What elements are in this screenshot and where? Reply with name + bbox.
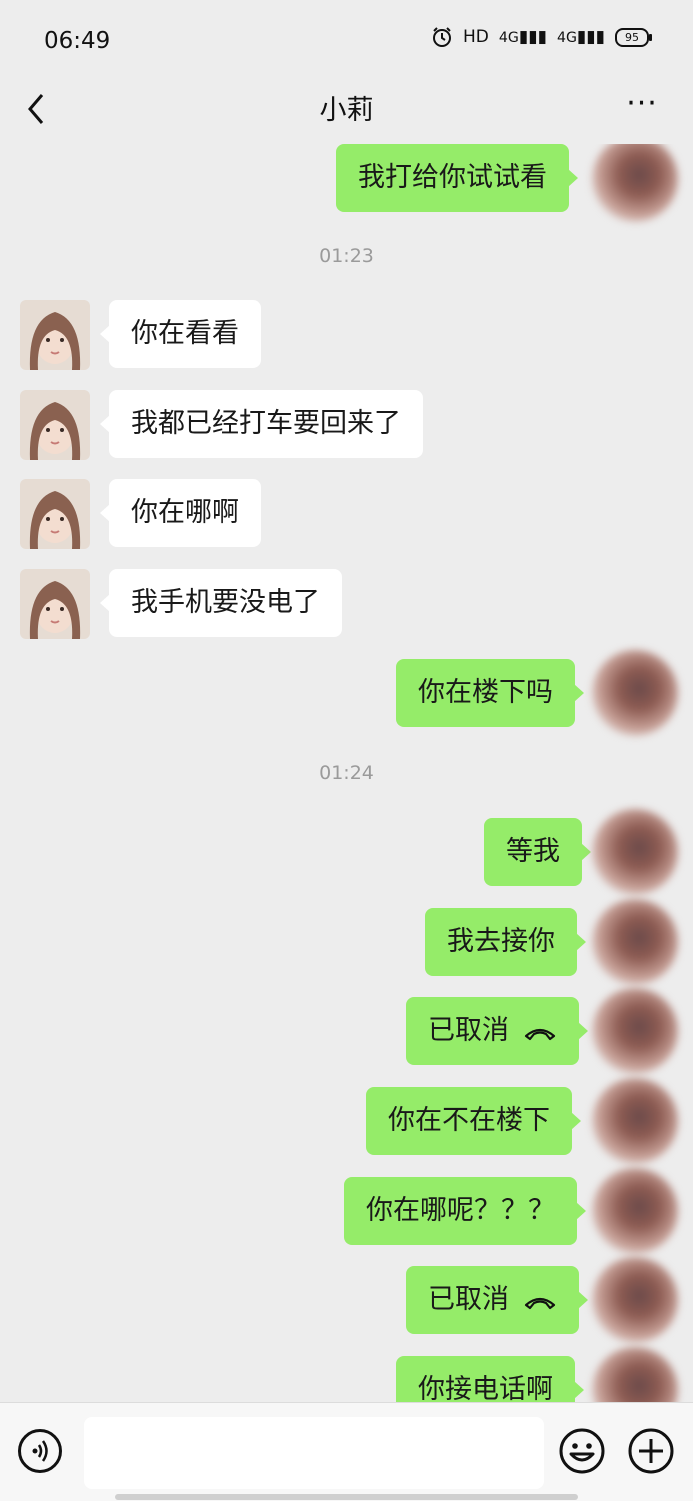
contact-avatar[interactable] xyxy=(20,479,90,549)
signal-icon-2: 4G▮▮▮ xyxy=(556,27,605,47)
chat-title: 小莉 xyxy=(319,95,374,126)
status-time: 06:49 xyxy=(44,28,111,54)
plus-icon xyxy=(628,1428,674,1474)
message-input-bar xyxy=(0,1402,693,1501)
message-bubble-outgoing[interactable]: 我打给你试试看 xyxy=(336,144,578,212)
my-avatar[interactable] xyxy=(592,1257,678,1343)
chat-header: 小莉 ··· xyxy=(0,80,693,144)
status-icons: HD 4G▮▮▮ 4G▮▮▮ 95 xyxy=(431,26,652,48)
home-indicator xyxy=(115,1494,578,1500)
alarm-icon xyxy=(433,27,451,47)
my-avatar[interactable] xyxy=(592,1168,678,1254)
emoji-button[interactable] xyxy=(558,1427,606,1475)
more-options-button[interactable]: ··· xyxy=(619,86,665,122)
message-text-input[interactable] xyxy=(84,1417,544,1489)
call-status-text: 已取消 xyxy=(428,1284,509,1315)
my-avatar[interactable] xyxy=(592,1078,678,1164)
hangup-icon xyxy=(524,1297,556,1309)
message-bubble-outgoing[interactable]: 你在不在楼下 xyxy=(366,1087,581,1155)
message-bubble-incoming[interactable]: 你在看看 xyxy=(100,300,261,368)
hangup-icon xyxy=(524,1028,556,1040)
my-avatar[interactable] xyxy=(592,809,678,895)
my-avatar[interactable] xyxy=(592,899,678,985)
signal-icon-1: 4G▮▮▮ xyxy=(498,27,547,47)
cancelled-call-bubble[interactable]: 已取消 xyxy=(406,997,588,1065)
battery-icon: 95 xyxy=(615,27,652,47)
message-bubble-incoming[interactable]: 我都已经打车要回来了 xyxy=(100,390,423,458)
hd-label: HD xyxy=(463,27,489,47)
my-avatar[interactable] xyxy=(592,144,678,222)
voice-icon xyxy=(32,1440,48,1462)
chat-message-list[interactable]: 我打给你试试看 01:23 你在看看 我都已经打车要回来了 你在哪啊 我手机要没… xyxy=(0,144,693,1402)
voice-input-button[interactable] xyxy=(18,1429,62,1473)
my-avatar[interactable] xyxy=(592,650,678,736)
message-timestamp: 01:24 xyxy=(319,762,374,784)
message-timestamp: 01:23 xyxy=(319,245,374,267)
emoji-icon xyxy=(559,1428,605,1474)
more-functions-button[interactable] xyxy=(627,1427,675,1475)
cancelled-call-bubble[interactable]: 已取消 xyxy=(406,1266,588,1334)
my-avatar[interactable] xyxy=(592,1347,678,1402)
message-bubble-outgoing[interactable]: 等我 xyxy=(484,818,591,886)
contact-avatar[interactable] xyxy=(20,300,90,370)
message-bubble-incoming[interactable]: 我手机要没电了 xyxy=(100,569,342,637)
my-avatar[interactable] xyxy=(592,988,678,1074)
call-status-text: 已取消 xyxy=(428,1015,509,1046)
status-bar: 06:49 HD 4G▮▮▮ 4G▮▮▮ 95 xyxy=(0,0,693,80)
message-bubble-incoming[interactable]: 你在哪啊 xyxy=(100,479,261,547)
contact-avatar[interactable] xyxy=(20,390,90,460)
message-bubble-outgoing[interactable]: 我去接你 xyxy=(425,908,586,976)
message-bubble-outgoing[interactable]: 你在楼下吗 xyxy=(396,659,584,727)
contact-avatar[interactable] xyxy=(20,569,90,639)
message-bubble-outgoing[interactable]: 你在哪呢？？？ xyxy=(344,1177,586,1245)
message-bubble-outgoing[interactable]: 你接电话啊 xyxy=(396,1356,584,1402)
